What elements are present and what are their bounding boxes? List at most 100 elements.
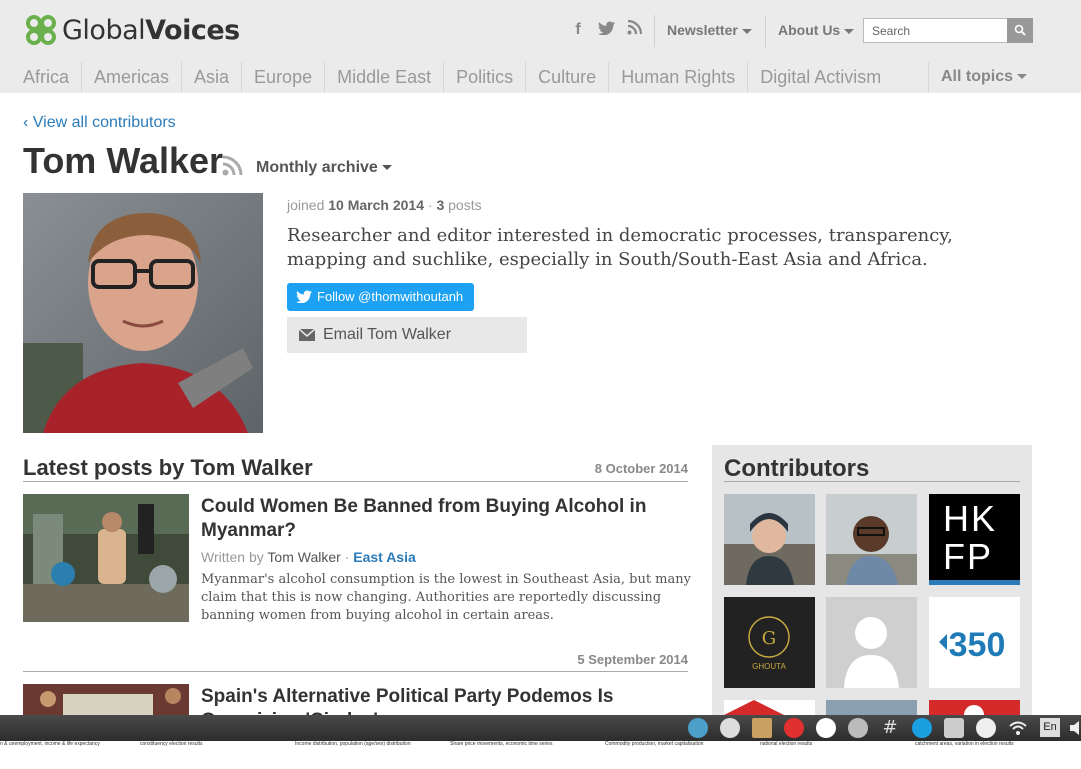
post-date: 8 October 2014 [594,461,688,476]
joined-info: joined 10 March 2014 · 3 posts [287,197,482,213]
monthly-archive-dropdown[interactable]: Monthly archive [256,159,392,177]
strip-text: n & unemployment, income & life expectan… [0,741,100,747]
nav-middle-east[interactable]: Middle East [325,62,445,92]
about-us-dropdown[interactable]: About Us [778,22,855,38]
language-indicator[interactable]: En [1040,718,1060,737]
svg-text:G: G [762,628,776,649]
nav-europe[interactable]: Europe [242,62,326,92]
post-title-link[interactable]: Could Women Be Banned from Buying Alcoho… [201,495,671,543]
contributor-bio: Researcher and editor interested in demo… [287,225,953,270]
clipboard-icon[interactable] [752,718,772,738]
topic-nav: Africa Americas Asia Europe Middle East … [23,62,893,92]
logo-mark-icon [26,15,56,45]
strip-text: catchment areas, variation in election r… [915,741,1014,747]
about-us-label: About Us [778,22,841,38]
strip-text: Share price movements, economic time ser… [450,741,553,747]
header-divider [654,15,655,47]
post-category-link[interactable]: East Asia [353,549,416,565]
nav-digital-activism[interactable]: Digital Activism [748,62,893,92]
post-thumbnail[interactable] [23,494,189,622]
strip-text: Income distribution, population (age/sex… [295,741,411,747]
contributor-tile[interactable] [826,494,917,585]
back-link-label: View all contributors [32,114,176,131]
post-title-link[interactable]: Spain's Alternative Political Party Pode… [201,685,671,715]
contributor-tile[interactable]: HK FP [929,494,1020,585]
lock-tray-icon[interactable] [944,718,964,738]
twitter-follow-label: Follow @thomwithoutanh [317,289,464,304]
tile-accent [929,580,1020,585]
rss-icon[interactable] [626,19,642,39]
posts-label: posts [448,197,482,213]
monthly-archive-label: Monthly archive [256,159,378,176]
nav-asia[interactable]: Asia [182,62,243,92]
divider [724,481,1020,482]
email-button-label: Email Tom Walker [323,326,452,343]
hash-tray-icon[interactable]: # [880,718,900,738]
global-voices-logo[interactable]: GlobalVoices [23,12,240,48]
contributor-tile[interactable] [724,494,815,585]
envelope-icon [299,329,315,341]
facebook-icon[interactable]: f [570,21,586,39]
system-taskbar: # En [0,715,1081,741]
volume-icon[interactable] [1068,718,1081,738]
rss-icon[interactable] [222,155,243,176]
all-topics-dropdown[interactable]: All topics [928,62,1028,92]
divider [23,481,688,482]
strip-text: constituency election results [140,741,203,747]
app-tray-icon[interactable] [720,718,740,738]
w-tray-icon[interactable] [816,718,836,738]
contributor-tile[interactable] [724,700,815,715]
strip-text: national election results [760,741,813,747]
posts-count: 3 [436,197,445,213]
meta-separator: · [344,549,350,565]
post-thumbnail[interactable] [23,684,189,715]
post-date: 5 September 2014 [577,652,688,667]
contributor-tile[interactable]: G GHOUTA [724,597,815,688]
chevron-down-icon [844,28,855,34]
skype-icon[interactable] [912,718,932,738]
contributor-tile[interactable] [826,597,917,688]
search-button[interactable] [1007,18,1033,43]
latest-posts-heading: Latest posts by Tom Walker [23,455,313,480]
email-button[interactable]: Email Tom Walker [287,317,527,353]
joined-date: 10 March 2014 [328,197,424,213]
placeholder-avatar-icon [826,597,917,688]
newsletter-dropdown[interactable]: Newsletter [667,22,752,38]
view-all-contributors-link[interactable]: ‹ View all contributors [23,114,176,132]
twitter-follow-button[interactable]: Follow @thomwithoutanh [287,283,474,311]
contributors-heading: Contributors [724,455,870,482]
wifi-icon[interactable] [1008,718,1028,738]
twitter-icon[interactable] [598,20,615,39]
contributor-name: Tom Walker [23,140,224,181]
post-meta: Written by Tom Walker · East Asia [201,549,416,565]
nav-politics[interactable]: Politics [444,62,527,92]
search-input[interactable]: Search [863,18,1008,43]
strip-text: Commodity production, market capitalisat… [605,741,704,747]
cloud-sync-icon[interactable] [688,718,708,738]
social-links: f [570,19,642,39]
nav-human-rights[interactable]: Human Rights [609,62,749,92]
search-icon [1014,24,1026,36]
all-topics-label: All topics [941,68,1014,85]
divider [23,671,688,672]
contributor-tile[interactable]: 350 [929,597,1020,688]
hkfp-logo: HK FP [943,498,998,577]
site-header: GlobalVoices f Newsletter About Us Searc… [0,0,1081,93]
nav-africa[interactable]: Africa [23,62,83,92]
post-author-link[interactable]: Tom Walker [267,549,340,565]
header-divider [765,15,766,47]
newsletter-label: Newsletter [667,22,738,38]
contributor-tile[interactable] [929,700,1020,715]
background-strip: n & unemployment, income & life expectan… [0,741,1081,769]
app-tray-icon[interactable] [848,718,868,738]
chevron-down-icon [381,165,392,171]
post-excerpt: Myanmar's alcohol consumption is the low… [201,572,691,623]
chevron-down-icon [1017,74,1028,80]
joined-label: joined [287,197,325,213]
alert-tray-icon[interactable] [784,718,804,738]
contributor-tile[interactable] [826,700,917,715]
bug-tray-icon[interactable] [976,718,996,738]
logo-text: GlobalVoices [62,14,240,46]
nav-americas[interactable]: Americas [82,62,183,92]
nav-culture[interactable]: Culture [526,62,610,92]
